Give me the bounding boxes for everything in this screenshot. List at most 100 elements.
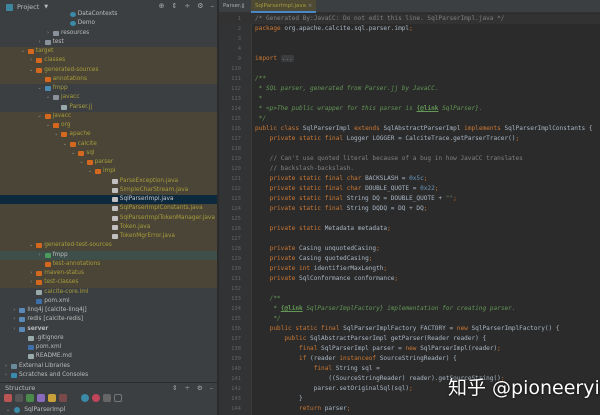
expand-all-icon[interactable]: ⇕ <box>171 2 177 10</box>
tree-item[interactable]: ⌄fmpp <box>0 84 218 93</box>
show-properties-icon[interactable] <box>48 394 56 402</box>
chevron-right-icon[interactable]: › <box>37 38 43 47</box>
tree-item[interactable]: TokenMgrError.java <box>0 232 218 241</box>
collapse-all-icon[interactable]: ÷ <box>184 383 189 394</box>
tree-item[interactable]: SqlParserImplTokenManager.java <box>0 214 218 223</box>
code-content: * <box>255 94 262 104</box>
tree-item[interactable]: ⌄target <box>0 47 218 56</box>
chevron-down-icon[interactable]: ⌄ <box>37 112 43 121</box>
tree-item[interactable]: Parser.jj <box>0 103 218 112</box>
tree-item[interactable]: ⌄javacc <box>0 93 218 102</box>
tree-item[interactable]: SqlParserImplConstants.java <box>0 204 218 213</box>
tree-item[interactable]: ⌄generated-test-sources <box>0 241 218 250</box>
tree-item[interactable]: ›linq4j [calcite-linq4j] <box>0 306 218 315</box>
chevron-down-icon[interactable]: ⌄ <box>45 121 51 130</box>
show-inherited-icon[interactable] <box>26 394 34 402</box>
chevron-down-icon[interactable]: ⌄ <box>87 167 93 176</box>
chevron-right-icon[interactable]: › <box>45 29 51 38</box>
project-panel: Project ▼ ⊕ ⇕ ÷ ⚙ – DataContextsDemo›res… <box>0 0 218 415</box>
show-fields-icon[interactable] <box>92 394 100 402</box>
autoscroll-from-source-icon[interactable] <box>114 394 122 402</box>
tree-item[interactable]: ⌄calcite <box>0 140 218 149</box>
chevron-right-icon[interactable]: › <box>11 315 17 324</box>
sort-alpha-icon[interactable] <box>15 394 23 402</box>
tree-item[interactable]: ⌄generated-sources <box>0 66 218 75</box>
tree-item[interactable]: SqlParserImpl.java <box>0 195 218 204</box>
tree-item[interactable]: › redis [calcite-redis] <box>0 315 218 324</box>
tree-item[interactable]: pom.xml <box>0 297 218 306</box>
tree-item[interactable]: ›server <box>0 325 218 334</box>
show-anonymous-icon[interactable] <box>81 394 89 402</box>
tree-item[interactable]: pom.xml <box>0 343 218 352</box>
tree-item[interactable]: ›test <box>0 38 218 47</box>
tree-item[interactable]: SimpleCharStream.java <box>0 186 218 195</box>
tree-item[interactable]: Token.java <box>0 223 218 232</box>
tab-sqlparserimpl-java[interactable]: SqlParserImpl.java × <box>251 0 316 13</box>
chevron-down-icon[interactable]: ⌄ <box>37 84 43 93</box>
tree-item[interactable]: ParseException.java <box>0 177 218 186</box>
tree-item[interactable]: ›classes <box>0 56 218 65</box>
expand-all-icon[interactable]: ⇕ <box>172 383 177 394</box>
tree-item[interactable]: ⌄sql <box>0 149 218 158</box>
tree-item[interactable]: ⌄org <box>0 121 218 130</box>
code-content: package org.apache.calcite.sql.parser.im… <box>255 24 413 34</box>
gear-icon[interactable]: ⚙ <box>197 383 203 394</box>
tree-item[interactable]: ›Scratches and Consoles <box>0 371 218 380</box>
chevron-right-icon[interactable]: › <box>37 251 43 260</box>
collapse-all-icon[interactable]: ÷ <box>184 2 190 10</box>
code-content: * {@link SqlParserImplFactory} implement… <box>255 304 516 314</box>
show-lambdas-icon[interactable] <box>70 394 78 402</box>
chevron-down-icon[interactable]: ⌄ <box>28 241 34 250</box>
tree-item[interactable]: DataContexts <box>0 10 218 19</box>
chevron-right-icon[interactable]: › <box>28 269 34 278</box>
chevron-right-icon[interactable]: › <box>11 325 17 334</box>
code-text: parser.setOriginalSql(sql) <box>255 385 409 392</box>
tree-item[interactable]: ⌄javacc <box>0 112 218 121</box>
tree-item[interactable]: ›resources <box>0 29 218 38</box>
chevron-down-icon[interactable]: ⌄ <box>20 47 26 56</box>
chevron-down-icon[interactable]: ⌄ <box>70 149 76 158</box>
tree-item[interactable]: ⌄parser <box>0 158 218 167</box>
code-content: private static final String DQ = DOUBLE_… <box>255 194 457 204</box>
chevron-down-icon[interactable]: ⌄ <box>53 130 59 139</box>
sort-visibility-icon[interactable] <box>4 394 12 402</box>
chevron-right-icon[interactable]: › <box>3 362 9 371</box>
tree-item[interactable]: ⌄impl <box>0 167 218 176</box>
chevron-right-icon[interactable]: › <box>11 306 17 315</box>
chevron-down-icon[interactable]: ⌄ <box>79 158 85 167</box>
chevron-right-icon[interactable]: › <box>3 371 9 380</box>
file-icon <box>28 354 34 359</box>
chevron-down-icon[interactable]: ⌄ <box>62 140 68 149</box>
code-text: DOUBLE_QUOTE = <box>365 185 420 192</box>
tree-item[interactable]: ›External Libraries <box>0 362 218 371</box>
locate-icon[interactable]: ⊕ <box>159 2 165 10</box>
chevron-down-icon[interactable]: ⌄ <box>45 93 51 102</box>
minimize-icon[interactable]: – <box>211 2 215 10</box>
tree-item[interactable]: Demo <box>0 19 218 28</box>
tree-item[interactable]: ›fmpp <box>0 251 218 260</box>
show-non-public-icon[interactable] <box>59 394 67 402</box>
tree-item[interactable]: annotations <box>0 75 218 84</box>
code-line: 138 final SqlParserImpl parser = new Sql… <box>219 344 600 354</box>
chevron-right-icon[interactable]: › <box>28 278 34 287</box>
folded-imports[interactable]: ... <box>281 55 294 62</box>
keyword: public class <box>255 125 303 132</box>
chevron-right-icon[interactable]: › <box>28 56 34 65</box>
tree-item[interactable]: .gitignore <box>0 334 218 343</box>
tree-item[interactable]: ›maven-status <box>0 269 218 278</box>
keyword: new <box>457 325 472 332</box>
autoscroll-to-source-icon[interactable] <box>103 394 111 402</box>
close-icon[interactable]: × <box>306 3 312 9</box>
tree-item[interactable]: test-annotations <box>0 260 218 269</box>
tree-item-label: redis [calcite-redis] <box>27 315 83 324</box>
tree-item[interactable]: ⌄apache <box>0 130 218 139</box>
tree-item[interactable]: calcite-core.iml <box>0 288 218 297</box>
tab-parser-jj[interactable]: Parser.jj <box>219 0 249 13</box>
chevron-down-icon[interactable]: ⌄ <box>28 66 34 75</box>
gear-icon[interactable]: ⚙ <box>197 2 203 10</box>
tree-item[interactable]: README.md <box>0 352 218 361</box>
tree-item[interactable]: ›test-classes <box>0 278 218 287</box>
minimize-icon[interactable]: – <box>210 383 213 394</box>
structure-root[interactable]: ⌄ SqlParserImpl <box>6 406 65 413</box>
show-fields-icon[interactable] <box>37 394 45 402</box>
